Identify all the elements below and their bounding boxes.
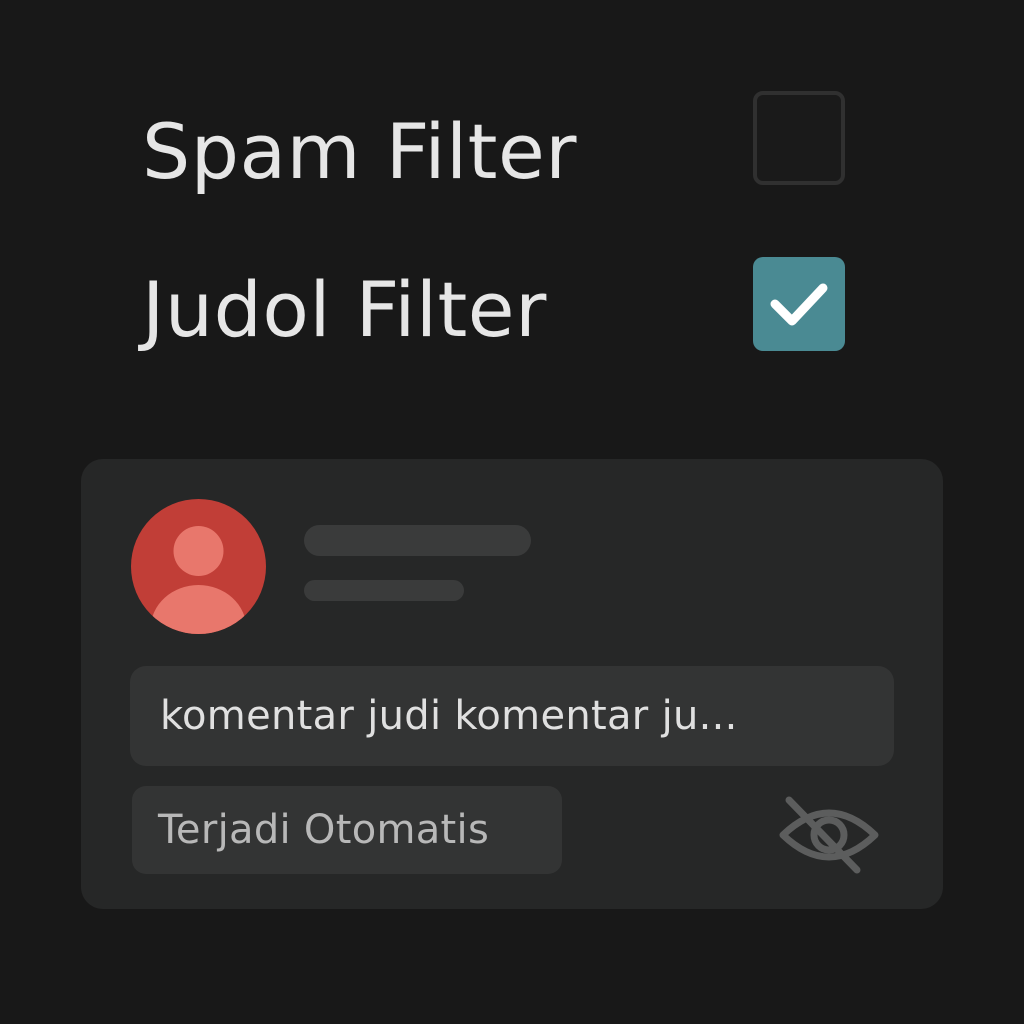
user-avatar-icon <box>150 526 247 634</box>
checkmark-icon <box>770 283 828 326</box>
status-text: Terjadi Otomatis <box>158 807 490 853</box>
comment-card: komentar judi komentar ju... Terjadi Oto… <box>81 459 943 909</box>
comment-meta-placeholder <box>304 580 464 601</box>
judol-filter-label: Judol Filter <box>142 265 547 354</box>
avatar <box>131 499 266 634</box>
comment-author-placeholder <box>304 525 531 556</box>
status-chip: Terjadi Otomatis <box>132 786 562 874</box>
comment-text: komentar judi komentar ju... <box>160 693 738 739</box>
spam-filter-checkbox[interactable] <box>753 91 845 185</box>
eye-off-icon[interactable] <box>777 796 881 874</box>
spam-filter-label: Spam Filter <box>142 107 577 196</box>
comment-text-box: komentar judi komentar ju... <box>130 666 894 766</box>
judol-filter-checkbox[interactable] <box>753 257 845 351</box>
